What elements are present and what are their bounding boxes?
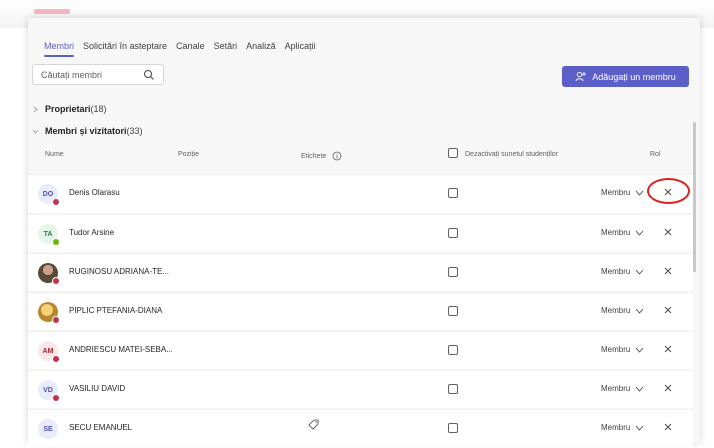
- members-label: Membri și vizitatori: [45, 126, 127, 136]
- members-list: DO Denis Olarasu Membru TA Tudor Arsine …: [28, 174, 693, 448]
- members-count: (33): [126, 126, 143, 136]
- app-logo-fragment: [34, 9, 70, 14]
- column-header-position[interactable]: Poziție: [178, 151, 199, 158]
- column-header-name[interactable]: Nume: [45, 151, 64, 158]
- role-label: Membru: [601, 345, 631, 354]
- search-icon[interactable]: [143, 69, 155, 81]
- mute-student-checkbox[interactable]: [448, 267, 458, 277]
- member-name[interactable]: ANDRIESCU MATEI-SEBA...: [69, 345, 173, 354]
- presence-status-dot: [52, 355, 60, 363]
- table-row[interactable]: AM ANDRIESCU MATEI-SEBA... Membru: [28, 331, 693, 369]
- table-row[interactable]: DO Denis Olarasu Membru: [28, 174, 693, 213]
- chevron-down-icon: [636, 308, 644, 314]
- chevron-down-icon: [636, 269, 644, 275]
- mute-student-checkbox[interactable]: [448, 345, 458, 355]
- owners-section-header[interactable]: Proprietari(18): [32, 104, 107, 114]
- member-name[interactable]: RUGINOSU ADRIANA-TE...: [69, 267, 169, 276]
- chevron-down-icon: [636, 230, 644, 236]
- role-label: Membru: [601, 228, 631, 237]
- column-header-role[interactable]: Rol: [650, 151, 661, 158]
- mute-student-checkbox[interactable]: [448, 384, 458, 394]
- table-row[interactable]: SE SECU EMANUEL Membru: [28, 409, 693, 447]
- presence-status-dot: [52, 316, 60, 324]
- tag-icon[interactable]: [308, 419, 319, 430]
- remove-member-icon[interactable]: [662, 421, 674, 433]
- table-row[interactable]: TA Tudor Arsine Membru: [28, 214, 693, 252]
- remove-member-icon[interactable]: [662, 226, 674, 238]
- presence-status-dot: [52, 394, 60, 402]
- chevron-down-icon: [636, 425, 644, 431]
- presence-status-dot: [52, 198, 60, 206]
- member-name[interactable]: VASILIU DAVID: [69, 384, 125, 393]
- mute-student-checkbox[interactable]: [448, 228, 458, 238]
- presence-status-dot: [52, 277, 60, 285]
- active-tab-indicator: [44, 55, 74, 57]
- add-member-label: Adăugați un membru: [592, 71, 676, 82]
- tab-apps[interactable]: Aplicații: [285, 41, 316, 51]
- add-person-icon: [575, 71, 587, 82]
- search-members-input[interactable]: Căutați membri: [32, 64, 164, 85]
- mute-student-checkbox[interactable]: [448, 306, 458, 316]
- table-row[interactable]: RUGINOSU ADRIANA-TE... Membru: [28, 253, 693, 291]
- column-header-mute: Dezactivați sunetul studenților: [465, 151, 558, 158]
- tab-members[interactable]: Membri: [44, 41, 74, 51]
- chevron-right-icon: [33, 106, 38, 112]
- role-dropdown[interactable]: Membru: [601, 188, 644, 197]
- remove-member-icon[interactable]: [662, 343, 674, 355]
- member-name[interactable]: Tudor Arsine: [69, 228, 114, 237]
- mute-students-all-checkbox[interactable]: [448, 148, 458, 158]
- role-label: Membru: [601, 384, 631, 393]
- remove-member-icon[interactable]: [662, 304, 674, 316]
- scrollbar[interactable]: [693, 122, 696, 272]
- role-dropdown[interactable]: Membru: [601, 423, 644, 432]
- role-dropdown[interactable]: Membru: [601, 267, 644, 276]
- chevron-down-icon: [636, 347, 644, 353]
- role-dropdown[interactable]: Membru: [601, 345, 644, 354]
- tab-settings[interactable]: Setări: [214, 41, 238, 51]
- presence-status-dot: [52, 238, 60, 246]
- role-dropdown[interactable]: Membru: [601, 228, 644, 237]
- member-name[interactable]: Denis Olarasu: [69, 188, 120, 197]
- tab-pending-requests[interactable]: Solicitări în asteptare: [83, 41, 167, 51]
- chevron-down-icon: [636, 190, 644, 196]
- members-section-header[interactable]: Membri și vizitatori(33): [32, 126, 143, 136]
- role-label: Membru: [601, 423, 631, 432]
- info-icon[interactable]: [332, 151, 342, 161]
- column-header-tags: Etichete: [301, 151, 342, 161]
- role-dropdown[interactable]: Membru: [601, 306, 644, 315]
- team-tabs: Membri Solicitări în asteptare Canale Se…: [44, 41, 316, 51]
- role-dropdown[interactable]: Membru: [601, 384, 644, 393]
- owners-count: (18): [90, 104, 107, 114]
- role-label: Membru: [601, 267, 631, 276]
- role-label: Membru: [601, 306, 631, 315]
- highlight-circle: [647, 178, 690, 204]
- member-name[interactable]: PIPLIC PTEFANIA-DIANA: [69, 306, 162, 315]
- avatar: SE: [38, 419, 58, 439]
- team-members-panel: Membri Solicitări în asteptare Canale Se…: [28, 18, 700, 447]
- add-member-button[interactable]: Adăugați un membru: [562, 66, 689, 87]
- chevron-down-icon: [636, 386, 644, 392]
- remove-member-icon[interactable]: [662, 382, 674, 394]
- column-header-tags-label: Etichete: [301, 152, 327, 160]
- mute-student-checkbox[interactable]: [448, 423, 458, 433]
- remove-member-icon[interactable]: [662, 265, 674, 277]
- owners-label: Proprietari: [45, 104, 91, 114]
- table-row[interactable]: VD VASILIU DAVID Membru: [28, 370, 693, 408]
- table-row[interactable]: PIPLIC PTEFANIA-DIANA Membru: [28, 292, 693, 330]
- chevron-down-icon: [32, 129, 39, 134]
- role-label: Membru: [601, 188, 631, 197]
- mute-student-checkbox[interactable]: [448, 188, 458, 198]
- tab-channels[interactable]: Canale: [176, 41, 205, 51]
- tab-analytics[interactable]: Analiză: [246, 41, 276, 51]
- search-placeholder: Căutați membri: [41, 69, 103, 80]
- member-name[interactable]: SECU EMANUEL: [69, 423, 132, 432]
